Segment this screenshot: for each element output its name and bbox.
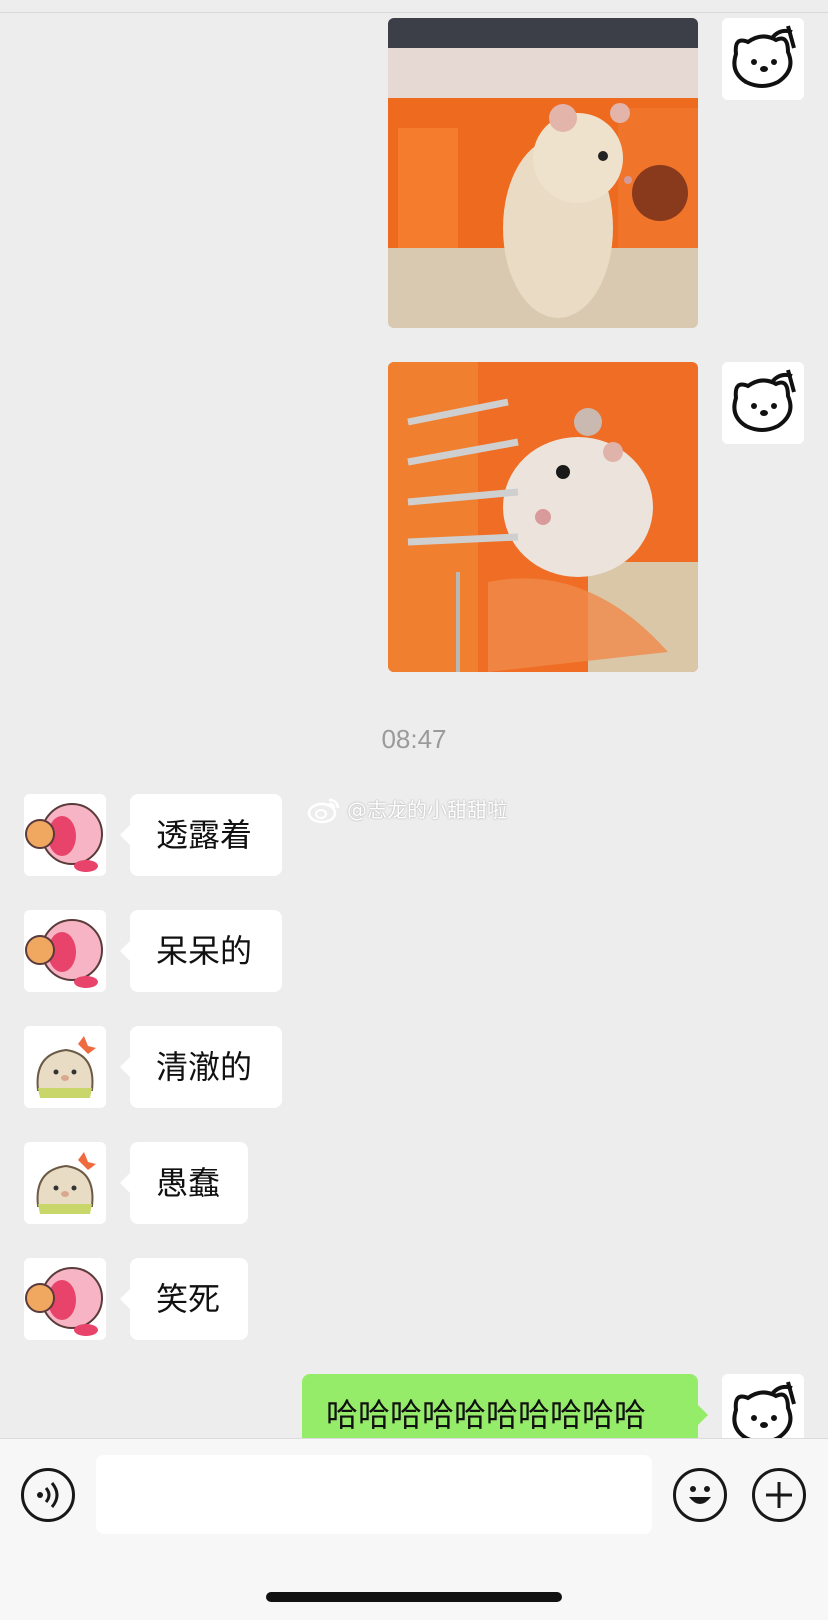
hello-kitty-sketch-icon: [722, 362, 804, 444]
message-input[interactable]: [96, 1455, 652, 1534]
contact-avatar[interactable]: [24, 1026, 106, 1108]
hamster-photo-message[interactable]: [388, 362, 698, 672]
home-indicator[interactable]: [266, 1592, 562, 1602]
message-bubble[interactable]: 呆呆的: [120, 910, 282, 992]
message-bubble[interactable]: 清澈的: [120, 1026, 282, 1108]
seal-icon: [24, 1142, 106, 1224]
watermark: @志龙的小甜甜啦: [307, 795, 507, 825]
seal-icon: [24, 1026, 106, 1108]
message-bubble[interactable]: 笑死: [120, 1258, 248, 1340]
voice-button[interactable]: [21, 1468, 75, 1522]
pink-kirby-icon: [24, 910, 106, 992]
contact-avatar[interactable]: [24, 1258, 106, 1340]
weibo-icon: [307, 798, 340, 824]
contact-avatar[interactable]: [24, 910, 106, 992]
emoji-icon: [689, 1486, 711, 1504]
plus-icon: [766, 1482, 792, 1508]
message-bubble[interactable]: 愚蠢: [120, 1142, 248, 1224]
my-avatar[interactable]: [722, 18, 804, 100]
pink-kirby-icon: [24, 794, 106, 876]
pink-kirby-icon: [24, 1258, 106, 1340]
hamster-photo: [388, 362, 698, 672]
emoji-button[interactable]: [673, 1468, 727, 1522]
hello-kitty-sketch-icon: [722, 18, 804, 100]
hamster-photo: [388, 18, 698, 328]
voice-icon: [37, 1482, 59, 1508]
contact-avatar[interactable]: [24, 1142, 106, 1224]
watermark-text: @志龙的小甜甜啦: [347, 798, 507, 822]
hamster-photo-message[interactable]: [388, 18, 698, 328]
top-divider: [0, 0, 828, 13]
my-avatar[interactable]: [722, 362, 804, 444]
plus-button[interactable]: [752, 1468, 806, 1522]
message-bubble[interactable]: 透露着: [120, 794, 282, 876]
contact-avatar[interactable]: [24, 794, 106, 876]
message-timestamp: 08:47: [381, 724, 447, 754]
